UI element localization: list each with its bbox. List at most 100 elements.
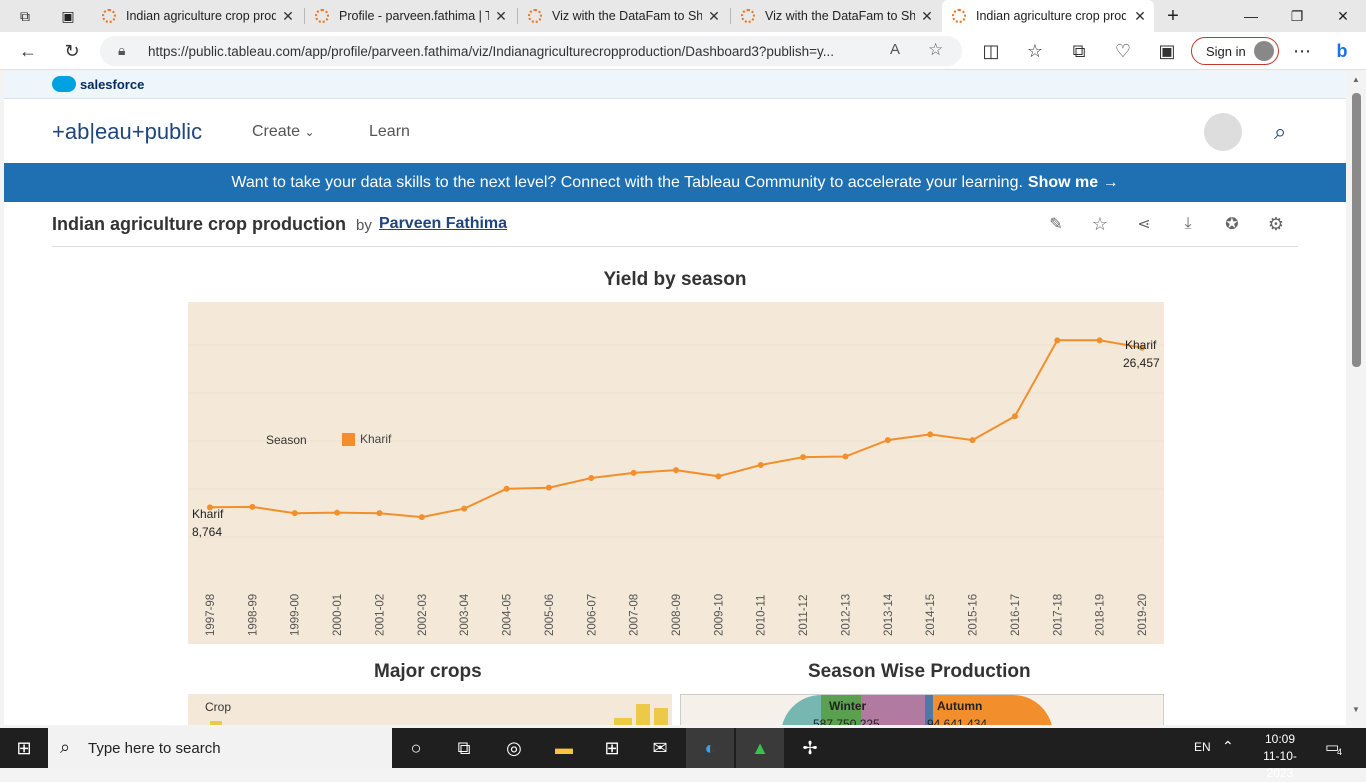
search-icon[interactable]: ⌕ [1274,119,1286,145]
app-triangle-icon[interactable]: ▲ [736,728,784,768]
x-tick-label: 2005-06 [544,594,556,636]
last-point-label: Kharif [1125,338,1157,352]
major-crops-title: Major crops [374,661,482,682]
user-avatar-icon[interactable] [1204,113,1242,151]
file-explorer-icon[interactable]: ▬ [540,728,588,768]
settings-gear-icon[interactable]: ⚙ [1265,213,1287,235]
data-point [969,437,976,444]
scroll-up-icon[interactable]: ▲ [1352,75,1360,84]
workspaces-icon[interactable]: ⧉ [0,0,50,32]
share-icon[interactable]: ⋖ [1133,213,1155,235]
favorite-star-icon[interactable]: ☆ [928,40,943,60]
sign-in-label: Sign in [1206,43,1246,59]
taskbar-search[interactable]: ⌕ Type here to search [48,728,392,768]
browser-tab-2[interactable]: Profile - parveen.fathima | Ta ✕ [305,0,515,32]
media-player-icon[interactable]: ◎ [490,728,538,768]
browser-essentials-icon[interactable]: ♡ [1109,39,1137,63]
yield-line-chart[interactable]: 1997-98 1998-99 1999-00 2000-01 2001-02 2002-… [188,302,1164,644]
first-point-label: Kharif [192,507,224,521]
cortana-icon[interactable]: ○ [392,728,440,768]
scroll-thumb[interactable] [1352,93,1361,367]
x-tick-label: 2008-09 [671,594,683,636]
author-link[interactable]: Parveen Fathima [379,215,507,233]
clock-date: 11-10-2023 [1263,749,1297,780]
close-icon[interactable]: ✕ [706,8,722,24]
back-icon[interactable]: ← [14,39,42,63]
store-icon[interactable]: ⊞ [588,728,636,768]
new-tab-icon[interactable]: + [1150,0,1196,32]
lock-icon: 🔒︎ [118,42,126,58]
browser-tab-active[interactable]: Indian agriculture crop prod ✕ [942,0,1154,32]
x-tick-label: 2012-13 [840,594,852,636]
restore-icon[interactable]: ❐ [1274,0,1320,32]
data-point [334,509,341,516]
browser-tab-4[interactable]: Viz with the DataFam to Sha ✕ [731,0,941,32]
favorite-star-icon[interactable]: ☆ [1089,213,1111,235]
scroll-down-icon[interactable]: ▼ [1352,705,1360,714]
favorites-icon[interactable]: ☆ [1021,39,1049,63]
page-scrollbar[interactable]: ▲ ▼ [1348,71,1366,725]
salesforce-logo[interactable]: salesforce [52,76,144,92]
last-point-value: 26,457 [1123,356,1160,370]
tab-title: Indian agriculture crop prod [976,9,1126,23]
window-close-icon[interactable]: ✕ [1320,0,1366,32]
badge-icon[interactable]: ✪ [1221,213,1243,235]
task-view-icon[interactable]: ⧉ [440,728,488,768]
download-icon[interactable]: ⤓ [1177,213,1199,235]
tableau-public-logo[interactable]: +ab|eau+public [52,119,202,145]
legend-swatch-kharif [342,433,355,446]
copilot-icon[interactable]: b [1328,39,1356,63]
data-point [1011,413,1018,420]
data-point [461,505,468,512]
x-tick-label: 2010-11 [756,595,768,636]
nav-learn[interactable]: Learn [369,123,410,141]
language-indicator[interactable]: EN [1194,740,1211,754]
edge-browser-icon[interactable]: ◐ [686,728,734,768]
data-point [630,469,637,476]
profile-avatar-icon [1254,41,1274,61]
data-point [715,473,722,480]
mail-icon[interactable]: ✉ [636,728,684,768]
notification-count: 4 [1337,747,1343,757]
chevron-up-icon[interactable]: ⌃ [1222,738,1234,755]
tableau-favicon-icon [741,9,755,23]
browser-tab-3[interactable]: Viz with the DataFam to Sha ✕ [518,0,728,32]
windows-start-icon[interactable]: ⊞ [0,728,48,768]
tableau-favicon-icon [315,9,329,23]
data-point [545,484,552,491]
season-wise-pie-chart[interactable]: Winter 587,750,225 Autumn 94,641,434 [680,694,1164,725]
close-icon[interactable]: ✕ [1132,8,1148,24]
data-point [842,453,849,460]
read-aloud-icon[interactable]: A [890,41,900,58]
extensions-icon[interactable]: ▣ [1153,39,1181,63]
minimize-icon[interactable]: — [1228,0,1274,32]
system-clock[interactable]: 10:09 11-10-2023 [1250,731,1310,782]
sign-in-button[interactable]: Sign in [1191,37,1279,65]
chart-title: Yield by season [603,269,747,290]
tableau-app-icon[interactable]: ✢ [786,728,834,768]
data-point [503,485,510,492]
x-tick-label: 2015-16 [968,594,980,636]
split-screen-icon[interactable]: ◫ [977,39,1005,63]
collections-icon[interactable]: ⧉ [1065,39,1093,63]
major-crops-chart[interactable]: Crop [188,694,672,725]
browser-tab-1[interactable]: Indian agriculture crop prod ✕ [92,0,302,32]
legend-label-kharif: Kharif [360,432,392,446]
edit-viz-icon[interactable]: ✎ [1045,213,1067,235]
first-point-value: 8,764 [192,525,222,539]
legend-title: Season [266,433,307,447]
nav-create[interactable]: Create ⌄ [252,123,315,141]
data-point [800,454,807,461]
url-text: https://public.tableau.com/app/profile/p… [148,44,835,59]
refresh-icon[interactable]: ↻ [58,39,86,63]
crop-legend-swatch [210,721,222,725]
data-point [673,467,679,474]
close-icon[interactable]: ✕ [280,8,296,24]
address-bar[interactable]: 🔒︎ https://public.tableau.com/app/profil… [100,36,962,66]
show-me-link[interactable]: Show me → [1028,174,1119,192]
more-options-icon[interactable]: ⋯ [1288,39,1316,63]
x-tick-label: 2016-17 [1010,594,1022,636]
close-icon[interactable]: ✕ [919,8,935,24]
close-icon[interactable]: ✕ [493,8,509,24]
tab-actions-icon[interactable]: ▣ [46,0,90,32]
